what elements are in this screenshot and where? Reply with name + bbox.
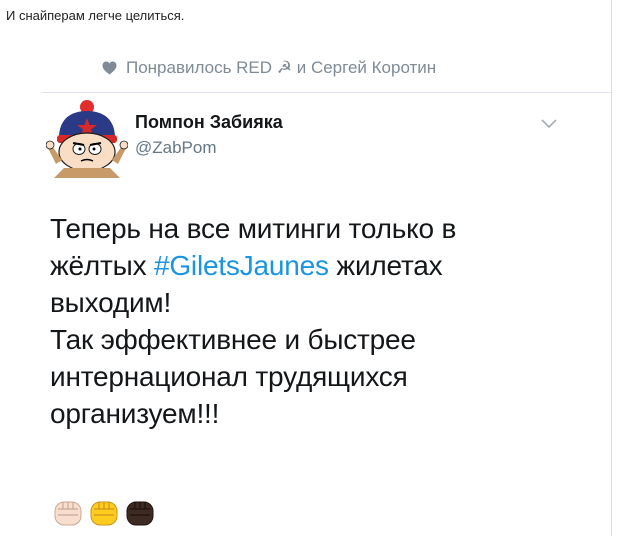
- fist-yellow-icon: [90, 501, 118, 526]
- tweet-line: Так эффективнее и быстрее: [50, 324, 416, 355]
- author-name[interactable]: Помпон Забияка: [135, 112, 283, 133]
- page-right-border: [611, 0, 612, 536]
- liked-by-text: Понравилось RED ☭ и Сергей Коротин: [126, 58, 437, 77]
- emoji-row: [52, 494, 156, 528]
- avatar[interactable]: [46, 98, 128, 180]
- liked-by-row[interactable]: Понравилось RED ☭ и Сергей Коротин: [102, 58, 436, 78]
- fist-light-icon: [54, 501, 82, 526]
- tweet-line: выходим!: [50, 287, 172, 318]
- tweet-line: организуем!!!: [50, 398, 220, 429]
- heart-icon: [102, 61, 117, 75]
- tweet-line: Теперь на все митинги только в: [50, 213, 457, 244]
- tweet-line: жёлтых #GiletsJaunes жилетах: [50, 247, 590, 284]
- author-handle[interactable]: @ZabPom: [135, 138, 217, 158]
- tweet-embed: Понравилось RED ☭ и Сергей Коротин Помпо…: [22, 42, 611, 536]
- post-caption: И снайперам легче целиться.: [6, 8, 185, 23]
- tweet-text-fragment: жёлтых: [50, 250, 154, 281]
- tweet-text-fragment: жилетах: [328, 250, 443, 281]
- tweet-line: интернационал трудящихся: [50, 361, 408, 392]
- tweet-text: Теперь на все митинги только в жёлтых #G…: [50, 210, 590, 432]
- chevron-down-icon[interactable]: [540, 118, 558, 130]
- divider: [42, 92, 611, 93]
- fist-dark-icon: [126, 501, 154, 526]
- hashtag-link[interactable]: #GiletsJaunes: [154, 250, 329, 281]
